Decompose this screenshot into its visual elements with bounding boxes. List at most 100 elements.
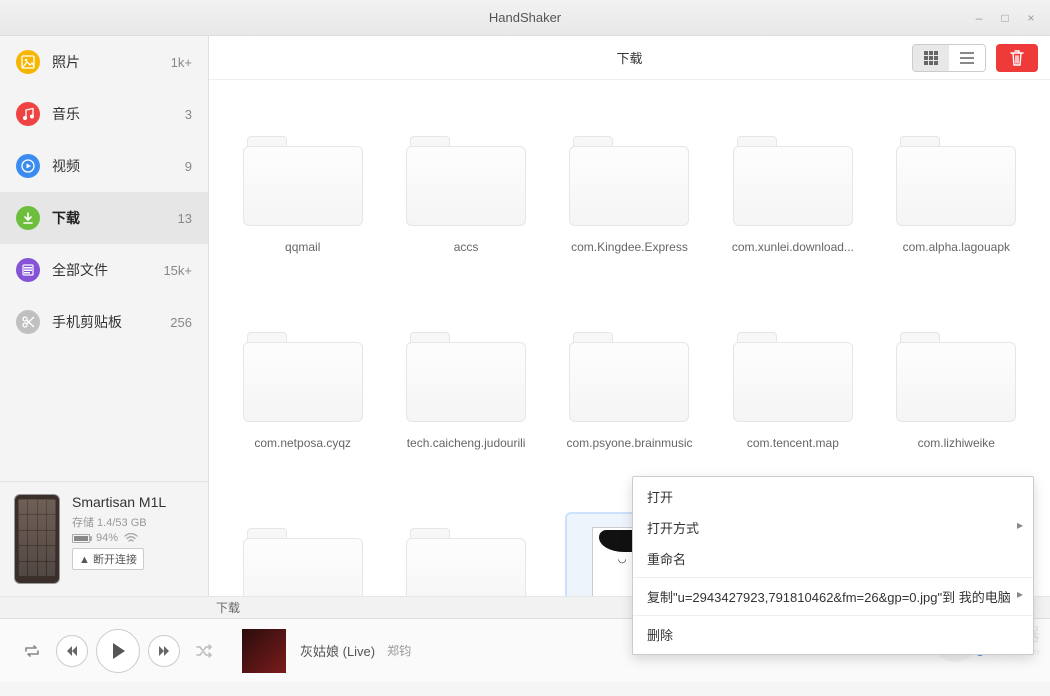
folder-tile[interactable]: com.tencent.map <box>711 276 874 472</box>
shuffle-icon <box>195 644 213 658</box>
folder-tile[interactable]: com.Kingdee.Express <box>548 80 711 276</box>
wifi-icon <box>124 533 138 543</box>
folder-icon <box>406 528 526 596</box>
phone-mock-icon <box>14 494 60 584</box>
track-title: 灰姑娘 (Live) <box>300 641 375 660</box>
play-button[interactable] <box>96 629 140 673</box>
maximize-button[interactable]: □ <box>992 8 1018 28</box>
disconnect-button[interactable]: ▲ 断开连接 <box>72 548 144 570</box>
folder-tile[interactable]: accs <box>384 80 547 276</box>
sidebar-count: 256 <box>170 315 192 330</box>
scissors-icon <box>16 310 40 334</box>
trash-icon <box>1010 50 1024 66</box>
folder-icon <box>243 528 363 596</box>
view-toggle <box>912 44 986 72</box>
folder-tile[interactable]: tech.caicheng.judourili <box>384 276 547 472</box>
folder-icon <box>406 332 526 422</box>
sidebar-item-photos[interactable]: 照片 1k+ <box>0 36 208 88</box>
next-button[interactable] <box>148 635 180 667</box>
folder-tile[interactable]: com.alpha.lagouapk <box>875 80 1038 276</box>
list-view-button[interactable] <box>949 45 985 71</box>
battery-percent: 94% <box>96 532 118 544</box>
grid-icon <box>924 51 938 65</box>
battery-icon <box>72 534 90 543</box>
music-icon <box>16 102 40 126</box>
tile-label: qqmail <box>285 240 320 254</box>
sidebar-count: 15k+ <box>163 263 192 278</box>
folder-tile[interactable]: qqmail <box>221 80 384 276</box>
sidebar-item-files[interactable]: 全部文件 15k+ <box>0 244 208 296</box>
app-title: HandShaker <box>489 10 561 25</box>
minimize-button[interactable]: – <box>966 8 992 28</box>
photos-icon <box>16 50 40 74</box>
ctx-open[interactable]: 打开 <box>633 481 1033 512</box>
sidebar-count: 9 <box>185 159 192 174</box>
shuffle-button[interactable] <box>188 635 220 667</box>
sidebar-item-music[interactable]: 音乐 3 <box>0 88 208 140</box>
prev-button[interactable] <box>56 635 88 667</box>
repeat-icon <box>23 644 41 658</box>
close-button[interactable]: × <box>1018 8 1044 28</box>
sidebar-item-video[interactable]: 视频 9 <box>0 140 208 192</box>
tile-label: com.netposa.cyqz <box>254 436 351 450</box>
download-icon <box>16 206 40 230</box>
folder-icon <box>243 136 363 226</box>
prev-icon <box>67 646 77 656</box>
list-icon <box>960 52 974 64</box>
grid-view-button[interactable] <box>913 45 949 71</box>
device-storage: 存储 1.4/53 GB <box>72 514 194 530</box>
sidebar-count: 1k+ <box>171 55 192 70</box>
next-icon <box>159 646 169 656</box>
folder-icon <box>733 332 853 422</box>
folder-tile[interactable]: com.psyone.brainmusic <box>548 276 711 472</box>
sidebar-item-clipboard[interactable]: 手机剪贴板 256 <box>0 296 208 348</box>
ctx-rename[interactable]: 重命名 <box>633 543 1033 574</box>
ctx-separator <box>633 615 1033 616</box>
folder-tile[interactable]: mail_attachments <box>221 472 384 596</box>
folder-icon <box>243 332 363 422</box>
video-icon <box>16 154 40 178</box>
tile-label: accs <box>454 240 479 254</box>
device-panel: Smartisan M1L 存储 1.4/53 GB 94% ▲ 断开连接 <box>0 481 208 596</box>
context-menu: 打开 打开方式 重命名 复制"u=2943427923,791810462&fm… <box>632 476 1034 655</box>
folder-tile[interactable]: com.netposa.cyqz <box>221 276 384 472</box>
tile-label: com.lizhiweike <box>918 436 995 450</box>
tile-label: com.psyone.brainmusic <box>566 436 692 450</box>
folder-icon <box>896 332 1016 422</box>
sidebar-item-downloads[interactable]: 下载 13 <box>0 192 208 244</box>
folder-icon <box>569 332 689 422</box>
device-name: Smartisan M1L <box>72 494 194 510</box>
folder-icon <box>406 136 526 226</box>
folder-icon <box>569 136 689 226</box>
files-icon <box>16 258 40 282</box>
sidebar: 照片 1k+ 音乐 3 视频 9 下载 13 全部文件 15k+ 手机剪贴板 2… <box>0 36 209 596</box>
sidebar-label: 下载 <box>52 208 178 228</box>
delete-button[interactable] <box>996 44 1038 72</box>
repeat-button[interactable] <box>16 635 48 667</box>
tile-label: com.xunlei.download... <box>732 240 854 254</box>
play-icon <box>111 643 125 659</box>
tile-label: tech.caicheng.judourili <box>407 436 526 450</box>
sidebar-label: 视频 <box>52 156 185 176</box>
ctx-delete[interactable]: 删除 <box>633 619 1033 650</box>
folder-tile[interactable]: com.xunlei.download... <box>711 80 874 276</box>
sidebar-label: 手机剪贴板 <box>52 312 170 332</box>
album-art[interactable] <box>242 629 286 673</box>
folder-icon <box>733 136 853 226</box>
ctx-separator <box>633 577 1033 578</box>
ctx-open-with[interactable]: 打开方式 <box>633 512 1033 543</box>
track-artist: 郑钧 <box>387 642 411 659</box>
sidebar-label: 全部文件 <box>52 260 163 280</box>
sidebar-count: 3 <box>185 107 192 122</box>
ctx-copy-to[interactable]: 复制"u=2943427923,791810462&fm=26&gp=0.jpg… <box>633 581 1033 612</box>
sidebar-label: 照片 <box>52 52 171 72</box>
page-title: 下载 <box>616 48 642 67</box>
folder-tile[interactable]: com.dangdang.buy2 <box>384 472 547 596</box>
folder-tile[interactable]: com.lizhiweike <box>875 276 1038 472</box>
tile-label: com.Kingdee.Express <box>571 240 688 254</box>
folder-icon <box>896 136 1016 226</box>
sidebar-label: 音乐 <box>52 104 185 124</box>
tile-label: com.tencent.map <box>747 436 839 450</box>
sidebar-count: 13 <box>178 211 192 226</box>
tile-label: com.alpha.lagouapk <box>903 240 1010 254</box>
